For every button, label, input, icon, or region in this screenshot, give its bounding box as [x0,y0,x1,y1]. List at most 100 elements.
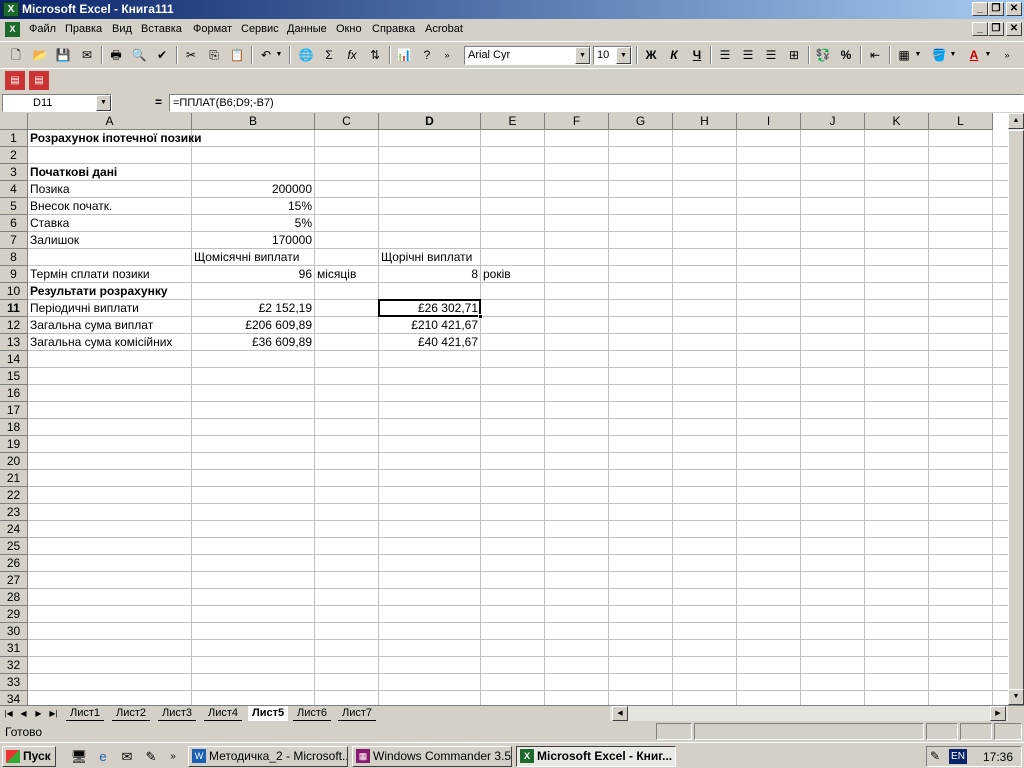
cell-b4[interactable]: 200000 [192,181,314,198]
more-buttons-icon[interactable]: » [440,45,454,65]
chevron-down-icon[interactable]: ▼ [982,45,994,65]
sheet-tab-7[interactable]: Лист7 [338,706,377,721]
mail-icon[interactable]: ✉ [76,45,98,65]
row-header-3[interactable]: 3 [0,164,28,181]
new-document-icon[interactable]: 🗋 [5,45,27,65]
menu-edit[interactable]: Правка [65,23,102,35]
internet-explorer-icon[interactable]: e [94,748,112,766]
scroll-left-icon[interactable]: ◀ [612,706,628,721]
close-button[interactable]: ✕ [1006,2,1022,16]
row-header-22[interactable]: 22 [0,487,28,504]
fill-handle[interactable] [478,314,483,319]
sheet-tab-1[interactable]: Лист1 [66,706,105,721]
tray-app-icon[interactable]: ✎ [930,749,940,763]
sheet-tab-2[interactable]: Лист2 [112,706,151,721]
sort-ascending-icon[interactable]: ⇅ [364,45,386,65]
last-sheet-icon[interactable]: ▶| [47,706,60,721]
scroll-right-icon[interactable]: ▶ [990,706,1006,721]
row-header-18[interactable]: 18 [0,419,28,436]
row-header-26[interactable]: 26 [0,555,28,572]
row-header-32[interactable]: 32 [0,657,28,674]
cell-d13[interactable]: £40 421,67 [379,334,480,351]
open-folder-icon[interactable]: 📂 [29,45,51,65]
spelling-icon[interactable]: ✔ [151,45,173,65]
doc-minimize-button[interactable]: _ [972,22,988,36]
print-icon[interactable]: 🖶 [105,45,127,65]
percent-button[interactable]: % [835,45,857,65]
row-header-7[interactable]: 7 [0,232,28,249]
paste-icon[interactable]: 📋 [226,45,248,65]
task-windows-commander[interactable]: ▦ Windows Commander 3.52 [352,746,512,767]
column-header-g[interactable]: G [609,113,673,130]
column-header-a[interactable]: A [28,113,192,130]
excel-app-icon[interactable]: X [3,2,19,17]
row-header-9[interactable]: 9 [0,266,28,283]
row-header-16[interactable]: 16 [0,385,28,402]
undo-dropdown-icon[interactable]: ▼ [273,45,285,65]
scroll-up-icon[interactable]: ▲ [1008,113,1024,129]
column-header-c[interactable]: C [315,113,379,130]
column-header-i[interactable]: I [737,113,801,130]
column-header-b[interactable]: B [192,113,315,130]
quick-launch-more-icon[interactable]: » [164,748,182,766]
cell-a3[interactable]: Початкові дані [28,164,328,181]
row-header-8[interactable]: 8 [0,249,28,266]
chevron-down-icon[interactable]: ▼ [947,45,959,65]
chart-wizard-icon[interactable]: 📊 [393,45,415,65]
merge-center-icon[interactable]: ⊞ [783,45,805,65]
align-center-icon[interactable]: ☰ [737,45,759,65]
language-indicator[interactable]: EN [949,749,967,764]
row-header-20[interactable]: 20 [0,453,28,470]
underline-button[interactable]: Ч [686,45,708,65]
font-name-select[interactable]: Arial Cyr ▼ [464,46,591,65]
align-left-icon[interactable]: ☰ [714,45,736,65]
menu-window[interactable]: Окно [336,23,362,35]
function-icon[interactable]: fx [341,45,363,65]
menu-tools[interactable]: Сервис [241,23,279,35]
prev-sheet-icon[interactable]: ◀ [17,706,30,721]
align-right-icon[interactable]: ☰ [760,45,782,65]
row-header-33[interactable]: 33 [0,674,28,691]
start-button[interactable]: Пуск [2,746,56,767]
italic-button[interactable]: К [663,45,685,65]
row-header-6[interactable]: 6 [0,215,28,232]
desktop-icon[interactable]: 🖥 [70,748,88,766]
menu-view[interactable]: Вид [112,23,132,35]
cell-b5[interactable]: 15% [192,198,314,215]
name-box[interactable]: D11 ▼ [2,94,112,112]
column-header-d[interactable]: D [379,113,481,130]
scroll-thumb[interactable] [1008,130,1024,690]
menu-help[interactable]: Справка [372,23,415,35]
outlook-icon[interactable]: ✉ [118,748,136,766]
chevron-down-icon[interactable]: ▼ [616,47,631,64]
pdf-convert-icon[interactable]: ▤ [5,71,25,90]
row-header-2[interactable]: 2 [0,147,28,164]
cell-b12[interactable]: £206 609,89 [192,317,314,334]
row-header-17[interactable]: 17 [0,402,28,419]
vertical-scrollbar[interactable]: ▲ ▼ [1008,113,1024,705]
print-preview-icon[interactable]: 🔍 [128,45,150,65]
sheet-tab-3[interactable]: Лист3 [158,706,197,721]
row-header-19[interactable]: 19 [0,436,28,453]
sheet-tab-4[interactable]: Лист4 [204,706,243,721]
cell-b6[interactable]: 5% [192,215,314,232]
row-header-28[interactable]: 28 [0,589,28,606]
column-header-e[interactable]: E [481,113,545,130]
cell-b11[interactable]: £2 152,19 [192,300,314,317]
column-header-j[interactable]: J [801,113,865,130]
cell-a10[interactable]: Результати розрахунку [28,283,328,300]
formula-input[interactable]: =ППЛАТ(B6;D9;-B7) [169,94,1024,112]
row-header-4[interactable]: 4 [0,181,28,198]
sheet-tab-5[interactable]: Лист5 [248,706,289,721]
cell-d8[interactable]: Щорічні виплати [379,249,679,266]
copy-icon[interactable]: ⎘ [203,45,225,65]
column-header-h[interactable]: H [673,113,737,130]
save-icon[interactable]: 💾 [52,45,74,65]
row-header-30[interactable]: 30 [0,623,28,640]
column-header-f[interactable]: F [545,113,609,130]
font-size-select[interactable]: 10 ▼ [593,46,632,65]
menu-data[interactable]: Данные [287,23,327,35]
cell-b13[interactable]: £36 609,89 [192,334,314,351]
hyperlink-globe-icon[interactable]: 🌐 [295,45,317,65]
select-all-corner[interactable] [0,113,28,130]
